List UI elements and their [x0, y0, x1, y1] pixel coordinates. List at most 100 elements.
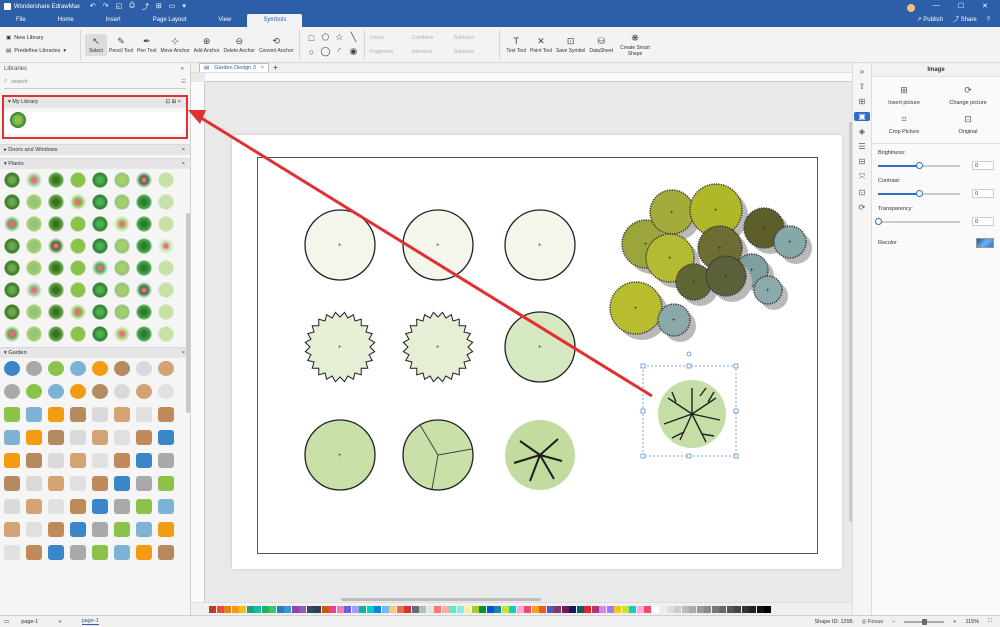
plant-symbol[interactable]	[4, 326, 20, 342]
garden-symbol[interactable]	[92, 361, 108, 376]
collapse-right-icon[interactable]: »	[860, 67, 864, 76]
garden-symbol[interactable]	[48, 430, 64, 445]
garden-symbol[interactable]	[136, 361, 152, 376]
garden-symbol[interactable]	[48, 361, 64, 376]
color-swatch[interactable]	[276, 605, 284, 613]
color-swatch[interactable]	[651, 605, 659, 613]
print-icon[interactable]: ⎙	[129, 2, 135, 12]
plant-symbol[interactable]	[70, 172, 86, 188]
plant-symbol[interactable]	[92, 304, 108, 320]
plant-symbol[interactable]	[4, 172, 20, 188]
plant-symbol[interactable]	[136, 238, 152, 254]
garden-section[interactable]: ▾ Garden ×	[0, 347, 190, 358]
color-swatch[interactable]	[681, 605, 689, 613]
plant-symbol[interactable]	[114, 216, 130, 232]
plant-symbol[interactable]	[136, 172, 152, 188]
color-swatch[interactable]	[456, 605, 464, 613]
my-library-title[interactable]: ▾ My Library	[8, 97, 38, 108]
library-search[interactable]: ⌕ search ☰	[4, 75, 186, 89]
plant-symbol[interactable]	[158, 304, 174, 320]
plant-symbol[interactable]	[70, 304, 86, 320]
color-swatch[interactable]	[419, 605, 426, 613]
plant-symbol[interactable]	[92, 172, 108, 188]
star-icon[interactable]: ☆	[335, 32, 343, 43]
page-icon[interactable]: ☰	[858, 142, 865, 151]
contrast-value[interactable]: 0	[972, 189, 994, 198]
search-input[interactable]: search	[11, 79, 177, 85]
color-swatch[interactable]	[389, 605, 396, 613]
drawing-page[interactable]	[232, 135, 842, 569]
plant-symbol[interactable]	[70, 282, 86, 298]
history-icon[interactable]: ⟳	[859, 203, 866, 212]
garden-symbol[interactable]	[4, 453, 20, 468]
garden-symbol[interactable]	[114, 499, 130, 514]
plant-symbol[interactable]	[158, 238, 174, 254]
color-swatch[interactable]	[696, 605, 704, 613]
color-swatch[interactable]	[749, 605, 756, 613]
garden-symbol[interactable]	[136, 453, 152, 468]
delete-anchor-button[interactable]: ⊖ Delete Anchor	[222, 36, 257, 54]
garden-symbol[interactable]	[4, 407, 20, 422]
garden-symbol[interactable]	[114, 430, 130, 445]
color-swatch[interactable]	[554, 605, 561, 613]
zoom-out-icon[interactable]: −	[892, 619, 895, 625]
plant-symbol[interactable]	[26, 194, 42, 210]
close-tab-icon[interactable]: ×	[261, 64, 264, 72]
plant-symbol[interactable]	[26, 216, 42, 232]
color-swatch[interactable]	[269, 605, 276, 613]
garden-symbol[interactable]	[114, 384, 130, 399]
layers-icon[interactable]: ◈	[859, 127, 865, 136]
recolor-swatch[interactable]	[976, 238, 994, 248]
garden-symbol[interactable]	[158, 545, 174, 560]
garden-symbol[interactable]	[26, 361, 42, 376]
garden-symbol[interactable]	[70, 476, 86, 491]
garden-symbol[interactable]	[114, 545, 130, 560]
arc-icon[interactable]: ◜	[338, 46, 342, 57]
union-button[interactable]: Union	[369, 35, 411, 41]
plant-symbol[interactable]	[4, 260, 20, 276]
garden-symbol[interactable]	[26, 453, 42, 468]
ring-icon[interactable]: ◉	[349, 46, 357, 57]
share-button[interactable]: ⤴ Share	[953, 14, 977, 27]
plant-symbol[interactable]	[92, 238, 108, 254]
garden-symbol[interactable]	[4, 499, 20, 514]
create-smart-shape-button[interactable]: ❋ Create Smart Shape	[615, 33, 655, 57]
plant-symbol[interactable]	[136, 304, 152, 320]
color-swatch[interactable]	[501, 605, 509, 613]
export-icon[interactable]: ⤴	[142, 2, 149, 12]
plants-section[interactable]: ▾ Plants ×	[0, 158, 190, 169]
maximize-icon[interactable]: ☐	[958, 2, 964, 12]
color-swatch[interactable]	[329, 605, 336, 613]
plant-symbol[interactable]	[114, 172, 130, 188]
plant-symbol[interactable]	[158, 260, 174, 276]
text-tool-button[interactable]: T Text Tool	[504, 36, 528, 54]
plant-symbol[interactable]	[114, 194, 130, 210]
move-anchor-button[interactable]: ⊹ Move Anchor	[158, 36, 191, 54]
garden-symbol[interactable]	[48, 476, 64, 491]
color-swatch[interactable]	[351, 605, 359, 613]
rectangle-icon[interactable]: □	[309, 33, 314, 43]
plant-symbol[interactable]	[136, 216, 152, 232]
color-swatch[interactable]	[614, 605, 621, 613]
color-swatch[interactable]	[486, 605, 494, 613]
garden-symbol[interactable]	[70, 522, 86, 537]
color-swatch[interactable]	[561, 605, 569, 613]
color-swatch[interactable]	[509, 605, 516, 613]
garden-symbol[interactable]	[4, 545, 20, 560]
add-tab-button[interactable]: +	[273, 63, 278, 72]
brightness-slider[interactable]: 0	[878, 161, 994, 170]
garden-symbol[interactable]	[92, 522, 108, 537]
color-swatch[interactable]	[479, 605, 486, 613]
garden-symbol[interactable]	[136, 407, 152, 422]
search-options-icon[interactable]: ☰	[181, 79, 186, 85]
color-swatch[interactable]	[741, 605, 749, 613]
plant-symbol[interactable]	[114, 326, 130, 342]
garden-symbol[interactable]	[26, 430, 42, 445]
point-tool-button[interactable]: ✕ Point Tool	[528, 36, 554, 54]
transparency-value[interactable]: 0	[972, 217, 994, 226]
redo-icon[interactable]: ↷	[103, 2, 109, 12]
garden-symbol[interactable]	[136, 384, 152, 399]
garden-symbol[interactable]	[114, 407, 130, 422]
garden-symbol[interactable]	[4, 361, 20, 376]
color-swatch[interactable]	[756, 605, 764, 613]
